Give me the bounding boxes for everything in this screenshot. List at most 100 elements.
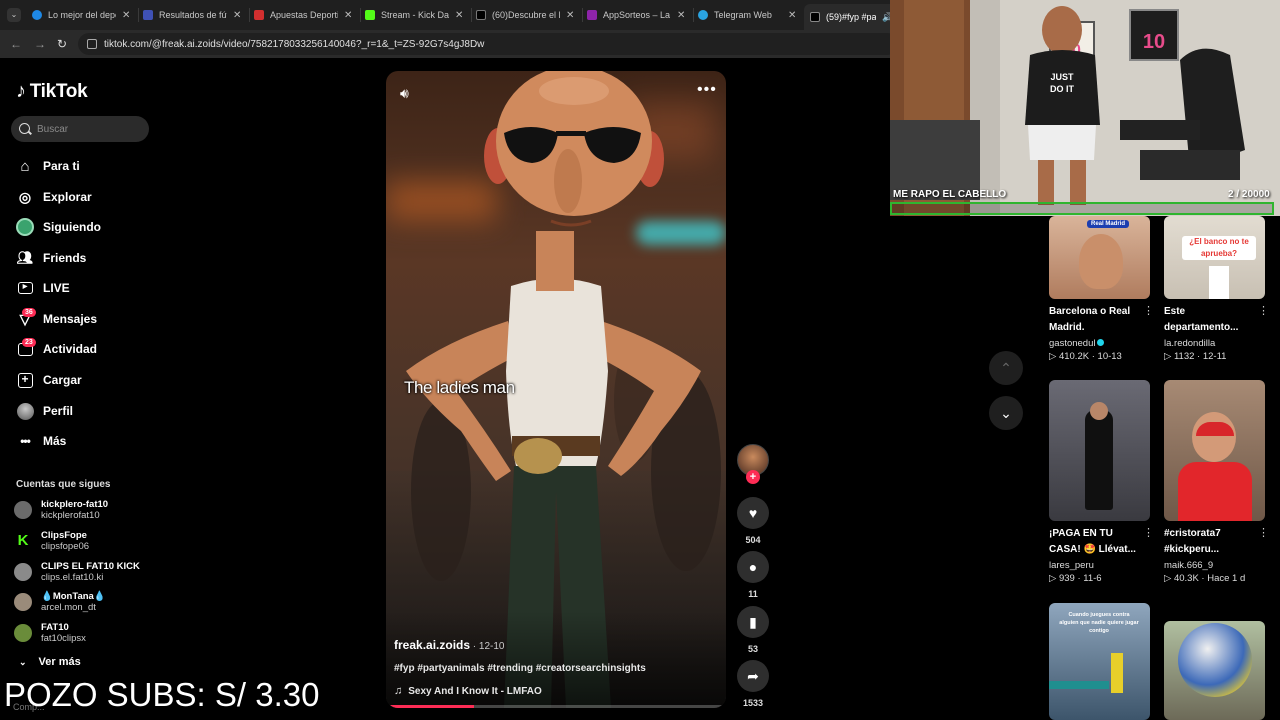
video-progress-bar[interactable] xyxy=(386,705,726,708)
nav-cargar[interactable]: + Cargar xyxy=(16,369,82,391)
see-more-button[interactable]: ⌄ Ver más xyxy=(19,656,81,668)
tab-close-icon[interactable]: ✕ xyxy=(677,10,685,21)
tab-close-icon[interactable]: ✕ xyxy=(788,10,796,21)
video-author[interactable]: freak.ai.zoids · 12-10 xyxy=(394,638,505,652)
browser-tab-3[interactable]: Apuestas Deportivas ✕ xyxy=(254,4,352,26)
nav-perfil[interactable]: Perfil xyxy=(16,400,73,422)
browser-tab-1[interactable]: Lo mejor del deporte ✕ xyxy=(32,4,130,26)
related-video-card[interactable]: Real Madrid Barcelona o Real Madrid. ⋮ g… xyxy=(1049,216,1154,362)
video-thumbnail[interactable] xyxy=(1049,380,1150,521)
avatar xyxy=(14,593,32,611)
tab-favicon-icon xyxy=(810,12,820,22)
browser-tab-2[interactable]: Resultados de fútbol ✕ xyxy=(143,4,241,26)
heart-icon[interactable]: ♥ xyxy=(737,497,769,529)
more-options-icon[interactable]: ⋮ xyxy=(1143,304,1154,317)
browser-tab-4[interactable]: Stream - Kick Dashboard ✕ xyxy=(365,4,463,26)
reload-icon[interactable]: ↻ xyxy=(57,37,67,51)
play-icon: ▷ xyxy=(1049,573,1057,584)
back-icon[interactable]: ← xyxy=(10,37,22,51)
video-username[interactable]: lares_peru xyxy=(1049,560,1150,571)
video-meta: ▷ 1132 · 12-11 xyxy=(1164,351,1227,362)
tab-close-icon[interactable]: ✕ xyxy=(122,10,130,21)
more-options-icon[interactable]: ⋮ xyxy=(1258,526,1269,539)
following-account[interactable]: 💧MonTana💧 arcel.mon_dt xyxy=(14,589,106,615)
browser-tab-6[interactable]: AppSorteos – La Herramienta ✕ xyxy=(587,4,685,26)
video-username[interactable]: gastonedul xyxy=(1049,338,1150,349)
related-video-card[interactable]: ¡PAGA EN TU CASA! 🤩 Llévat... ⋮ lares_pe… xyxy=(1049,380,1154,584)
account-handle: clipsfope06 xyxy=(41,541,90,552)
scroll-down-button[interactable]: ⌄ xyxy=(989,396,1023,430)
streamer-webcam: 10 10 JUST DO IT xyxy=(890,0,1280,216)
like-action[interactable]: ♥ 504 xyxy=(737,497,769,545)
video-thumbnail[interactable]: ¿El banco no te aprueba? xyxy=(1164,216,1265,299)
nav-siguiendo[interactable]: Siguiendo xyxy=(16,216,101,238)
related-video-card[interactable]: #cristorata7 #kickperu... ⋮ maik.666_9 ▷… xyxy=(1164,380,1269,584)
tab-title: Resultados de fútbol xyxy=(159,10,227,20)
browser-tab-7[interactable]: Telegram Web ✕ xyxy=(698,4,796,26)
search-input[interactable] xyxy=(37,123,137,135)
nav-label: Actividad xyxy=(43,342,98,356)
share-action[interactable]: ➦ 1533 xyxy=(737,660,769,708)
account-name: CLIPS EL FAT10 KICK xyxy=(41,561,140,572)
save-action[interactable]: ▮ 53 xyxy=(737,606,769,654)
video-username[interactable]: maik.666_9 xyxy=(1164,560,1265,571)
tiktok-logo[interactable]: ♪ TikTok xyxy=(16,80,88,103)
related-video-card[interactable]: Cuando juegues contra alguien que nadie … xyxy=(1049,603,1150,720)
nav-mas[interactable]: ••• Más xyxy=(16,430,66,452)
more-options-icon[interactable]: ⋮ xyxy=(1258,304,1269,317)
video-hashtags[interactable]: #fyp #partyanimals #trending #creatorsea… xyxy=(394,663,646,674)
chevron-down-icon: ⌄ xyxy=(19,656,27,667)
share-icon[interactable]: ➦ xyxy=(737,660,769,692)
tab-close-icon[interactable]: ✕ xyxy=(344,10,352,21)
nav-live[interactable]: ▶ LIVE xyxy=(16,277,70,299)
tab-title: Telegram Web xyxy=(714,10,772,20)
search-box[interactable] xyxy=(11,116,149,142)
account-name: FAT10 xyxy=(41,622,69,633)
friends-icon: 👥︎ xyxy=(16,250,34,265)
follow-plus-icon[interactable]: + xyxy=(746,470,760,484)
nav-explorar[interactable]: ◎ Explorar xyxy=(16,186,92,208)
tab-close-icon[interactable]: ✕ xyxy=(455,10,463,21)
nav-para-ti[interactable]: ⌂ Para ti xyxy=(16,155,79,177)
tab-close-icon[interactable]: ✕ xyxy=(566,10,574,21)
tab-title: Lo mejor del deporte xyxy=(48,10,116,20)
site-info-icon[interactable] xyxy=(87,39,97,49)
video-player[interactable]: The ladies man 🔊︎ ••• freak.ai.zoids · 1… xyxy=(386,71,726,708)
tab-favicon-icon xyxy=(476,10,486,20)
bookmark-icon[interactable]: ▮ xyxy=(737,606,769,638)
scroll-up-button[interactable]: ⌃ xyxy=(989,351,1023,385)
video-music[interactable]: ♫ Sexy And I Know It - LMFAO xyxy=(394,685,542,697)
svg-text:JUST: JUST xyxy=(1050,72,1074,82)
video-thumbnail[interactable]: Cuando juegues contra alguien que nadie … xyxy=(1049,603,1150,720)
tab-search-chevron-icon[interactable]: ⌄ xyxy=(7,8,21,22)
following-account[interactable]: K ClipsFope clipsfope06 xyxy=(14,528,89,554)
related-video-card[interactable] xyxy=(1164,621,1265,720)
video-title[interactable]: ¡PAGA EN TU CASA! 🤩 Llévat... xyxy=(1049,526,1141,558)
goal-label: ME RAPO EL CABELLO xyxy=(893,189,1007,200)
video-title[interactable]: Este departamento... xyxy=(1164,304,1256,336)
forward-icon[interactable]: → xyxy=(34,37,46,51)
tab-close-icon[interactable]: ✕ xyxy=(233,10,241,21)
video-title[interactable]: Barcelona o Real Madrid. xyxy=(1049,304,1141,336)
nav-label: Cargar xyxy=(43,373,82,387)
comment-icon[interactable]: ● xyxy=(737,551,769,583)
nav-friends[interactable]: 👥︎ Friends xyxy=(16,247,87,269)
more-options-icon[interactable]: ••• xyxy=(697,81,717,99)
video-thumbnail[interactable] xyxy=(1164,621,1265,720)
browser-tab-8-active[interactable]: (59)#fyp #partyanimals 🔊 xyxy=(804,4,900,30)
related-video-card[interactable]: ¿El banco no te aprueba? Este departamen… xyxy=(1164,216,1269,362)
save-count: 53 xyxy=(747,644,758,654)
video-thumbnail[interactable] xyxy=(1164,380,1265,521)
comment-action[interactable]: ● 11 xyxy=(737,551,769,599)
following-account[interactable]: kickplero-fat10 kickplerofat10 xyxy=(14,497,108,523)
more-options-icon[interactable]: ⋮ xyxy=(1143,526,1154,539)
following-account[interactable]: CLIPS EL FAT10 KICK clips.el.fat10.ki xyxy=(14,559,140,585)
volume-icon[interactable]: 🔊︎ xyxy=(400,85,409,102)
address-bar[interactable]: tiktok.com/@freak.ai.zoids/video/7582178… xyxy=(78,33,898,55)
browser-tab-5[interactable]: (60)Descubre el Equipo ✕ xyxy=(476,4,574,26)
video-username[interactable]: la.redondilla xyxy=(1164,338,1265,349)
see-more-label: Ver más xyxy=(38,656,81,668)
video-title[interactable]: #cristorata7 #kickperu... xyxy=(1164,526,1256,558)
video-thumbnail[interactable]: Real Madrid xyxy=(1049,216,1150,299)
following-account[interactable]: FAT10 fat10clipsx xyxy=(14,620,86,646)
